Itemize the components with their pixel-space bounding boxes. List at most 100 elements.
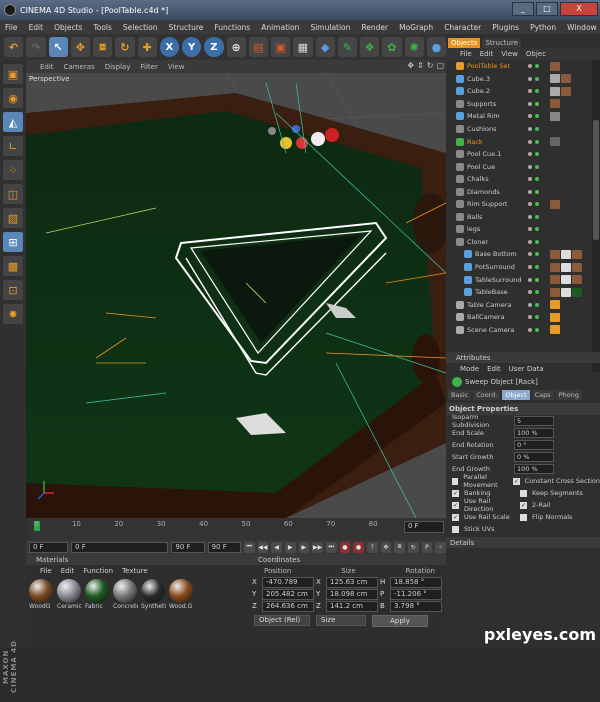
scene-icon[interactable]: ● — [426, 37, 446, 57]
editor-visibility-dot[interactable] — [528, 89, 532, 94]
y-axis-lock-icon[interactable]: Y — [182, 37, 202, 57]
editor-visibility-dot[interactable] — [528, 114, 532, 119]
tab-objects[interactable]: Objects — [448, 38, 481, 48]
checkbox[interactable]: ✓ — [452, 513, 459, 521]
visibility-dots[interactable] — [528, 277, 539, 282]
texture-mode-icon[interactable]: ◉ — [3, 88, 23, 108]
object-row[interactable]: Base Bottom — [446, 248, 592, 261]
visibility-dots[interactable] — [528, 239, 539, 244]
object-row[interactable]: Metal Rim — [446, 110, 592, 123]
tag-icon[interactable] — [572, 275, 582, 285]
object-row[interactable]: BallCamera — [446, 311, 592, 324]
property-value-field[interactable]: 5 — [514, 416, 554, 426]
visibility-dots[interactable] — [528, 302, 539, 307]
editor-visibility-dot[interactable] — [528, 177, 532, 182]
rotation-field[interactable]: 3.798 ° — [390, 600, 442, 612]
menu-edit[interactable]: Edit — [29, 23, 44, 32]
perspective-viewport[interactable]: Perspective — [26, 73, 446, 518]
tag-icon[interactable] — [572, 249, 582, 259]
editor-visibility-dot[interactable] — [528, 214, 532, 219]
tweak-mode-icon[interactable]: ▩ — [3, 256, 23, 276]
size-field[interactable]: 18.098 cm — [326, 588, 378, 600]
x-axis-lock-icon[interactable]: X — [159, 37, 179, 57]
object-menu-file[interactable]: File — [460, 50, 472, 58]
editor-visibility-dot[interactable] — [528, 277, 532, 282]
editor-visibility-dot[interactable] — [528, 189, 532, 194]
tag-icon[interactable] — [561, 275, 571, 285]
menu-functions[interactable]: Functions — [214, 23, 250, 32]
enable-axis-icon[interactable]: ⊞ — [3, 232, 23, 252]
editor-visibility-dot[interactable] — [528, 64, 532, 69]
checkbox[interactable]: ✓ — [513, 477, 520, 485]
object-row[interactable]: Pool Cue — [446, 160, 592, 173]
tag-icon[interactable] — [550, 86, 560, 96]
workplane-icon[interactable]: ◭ — [3, 112, 23, 132]
editor-visibility-dot[interactable] — [528, 164, 532, 169]
material-swatch[interactable]: Ceramic — [57, 579, 82, 610]
visibility-dots[interactable] — [528, 177, 539, 182]
cube-primitive-icon[interactable]: ◆ — [315, 37, 335, 57]
polygons-mode-icon[interactable]: ▨ — [3, 208, 23, 228]
redo-icon[interactable]: ↷ — [26, 37, 46, 57]
material-swatch[interactable]: Synthetic — [141, 579, 166, 610]
render-visibility-dot[interactable] — [535, 64, 539, 69]
go-start-icon[interactable]: ⏮ — [243, 541, 255, 553]
checkbox[interactable]: ✓ — [452, 489, 459, 497]
menu-structure[interactable]: Structure — [169, 23, 204, 32]
maximize-view-icon[interactable]: ▢ — [436, 61, 444, 70]
visibility-dots[interactable] — [528, 214, 539, 219]
pan-icon[interactable]: ✥ — [407, 61, 414, 70]
render-visibility-dot[interactable] — [535, 76, 539, 81]
object-row[interactable]: Cube.2 — [446, 85, 592, 98]
tab-structure[interactable]: Structure — [482, 38, 522, 48]
object-row[interactable]: PotSurround — [446, 261, 592, 274]
material-swatch[interactable]: Wood.G — [169, 579, 194, 610]
editor-visibility-dot[interactable] — [528, 152, 532, 157]
menu-animation[interactable]: Animation — [261, 23, 299, 32]
render-visibility-dot[interactable] — [535, 302, 539, 307]
tag-icon[interactable] — [561, 262, 571, 272]
materials-menu-edit[interactable]: Edit — [61, 567, 75, 575]
menu-python[interactable]: Python — [530, 23, 556, 32]
editor-visibility-dot[interactable] — [528, 101, 532, 106]
menu-window[interactable]: Window — [567, 23, 597, 32]
render-visibility-dot[interactable] — [535, 101, 539, 106]
attr-menu-user-data[interactable]: User Data — [509, 365, 544, 373]
visibility-dots[interactable] — [528, 315, 539, 320]
keyframe-selection-icon[interactable]: ? — [366, 541, 378, 553]
attr-menu-mode[interactable]: Mode — [460, 365, 479, 373]
visibility-dots[interactable] — [528, 227, 539, 232]
details-section[interactable]: Details — [446, 537, 600, 548]
object-row[interactable]: PoolTable Set — [446, 60, 592, 73]
size-field[interactable]: 141.2 cm — [326, 600, 378, 612]
tag-icon[interactable] — [550, 199, 560, 209]
render-visibility-dot[interactable] — [535, 265, 539, 270]
material-swatch[interactable]: Concrete — [113, 579, 138, 610]
materials-menu-texture[interactable]: Texture — [122, 567, 148, 575]
editor-visibility-dot[interactable] — [528, 76, 532, 81]
attr-tab-caps[interactable]: Caps — [531, 390, 554, 400]
tag-icon[interactable] — [572, 262, 582, 272]
array-icon[interactable]: ✿ — [382, 37, 402, 57]
model-mode-icon[interactable]: ▣ — [3, 64, 23, 84]
object-row[interactable]: Cushions — [446, 123, 592, 136]
live-selection-icon[interactable]: ↖ — [48, 37, 68, 57]
checkbox[interactable]: ✓ — [520, 501, 527, 509]
visibility-dots[interactable] — [528, 164, 539, 169]
menu-simulation[interactable]: Simulation — [310, 23, 350, 32]
current-frame-field[interactable]: 0 F — [29, 541, 69, 553]
object-row[interactable]: Supports — [446, 98, 592, 111]
property-value-field[interactable]: 100 % — [514, 464, 554, 474]
sculpt-icon[interactable]: ✸ — [3, 304, 23, 324]
tag-icon[interactable] — [572, 287, 582, 297]
render-picture-viewer-icon[interactable]: ▣ — [271, 37, 291, 57]
position-field[interactable]: -470.789 cm — [262, 576, 314, 595]
max-frame-field[interactable]: 90 F — [171, 541, 205, 553]
render-visibility-dot[interactable] — [535, 252, 539, 257]
deformer-icon[interactable]: ✺ — [404, 37, 424, 57]
render-visibility-dot[interactable] — [535, 177, 539, 182]
prev-key-icon[interactable]: ◀◀ — [257, 541, 269, 553]
checkbox[interactable] — [520, 513, 527, 521]
visibility-dots[interactable] — [528, 89, 539, 94]
menu-tools[interactable]: Tools — [93, 23, 111, 32]
